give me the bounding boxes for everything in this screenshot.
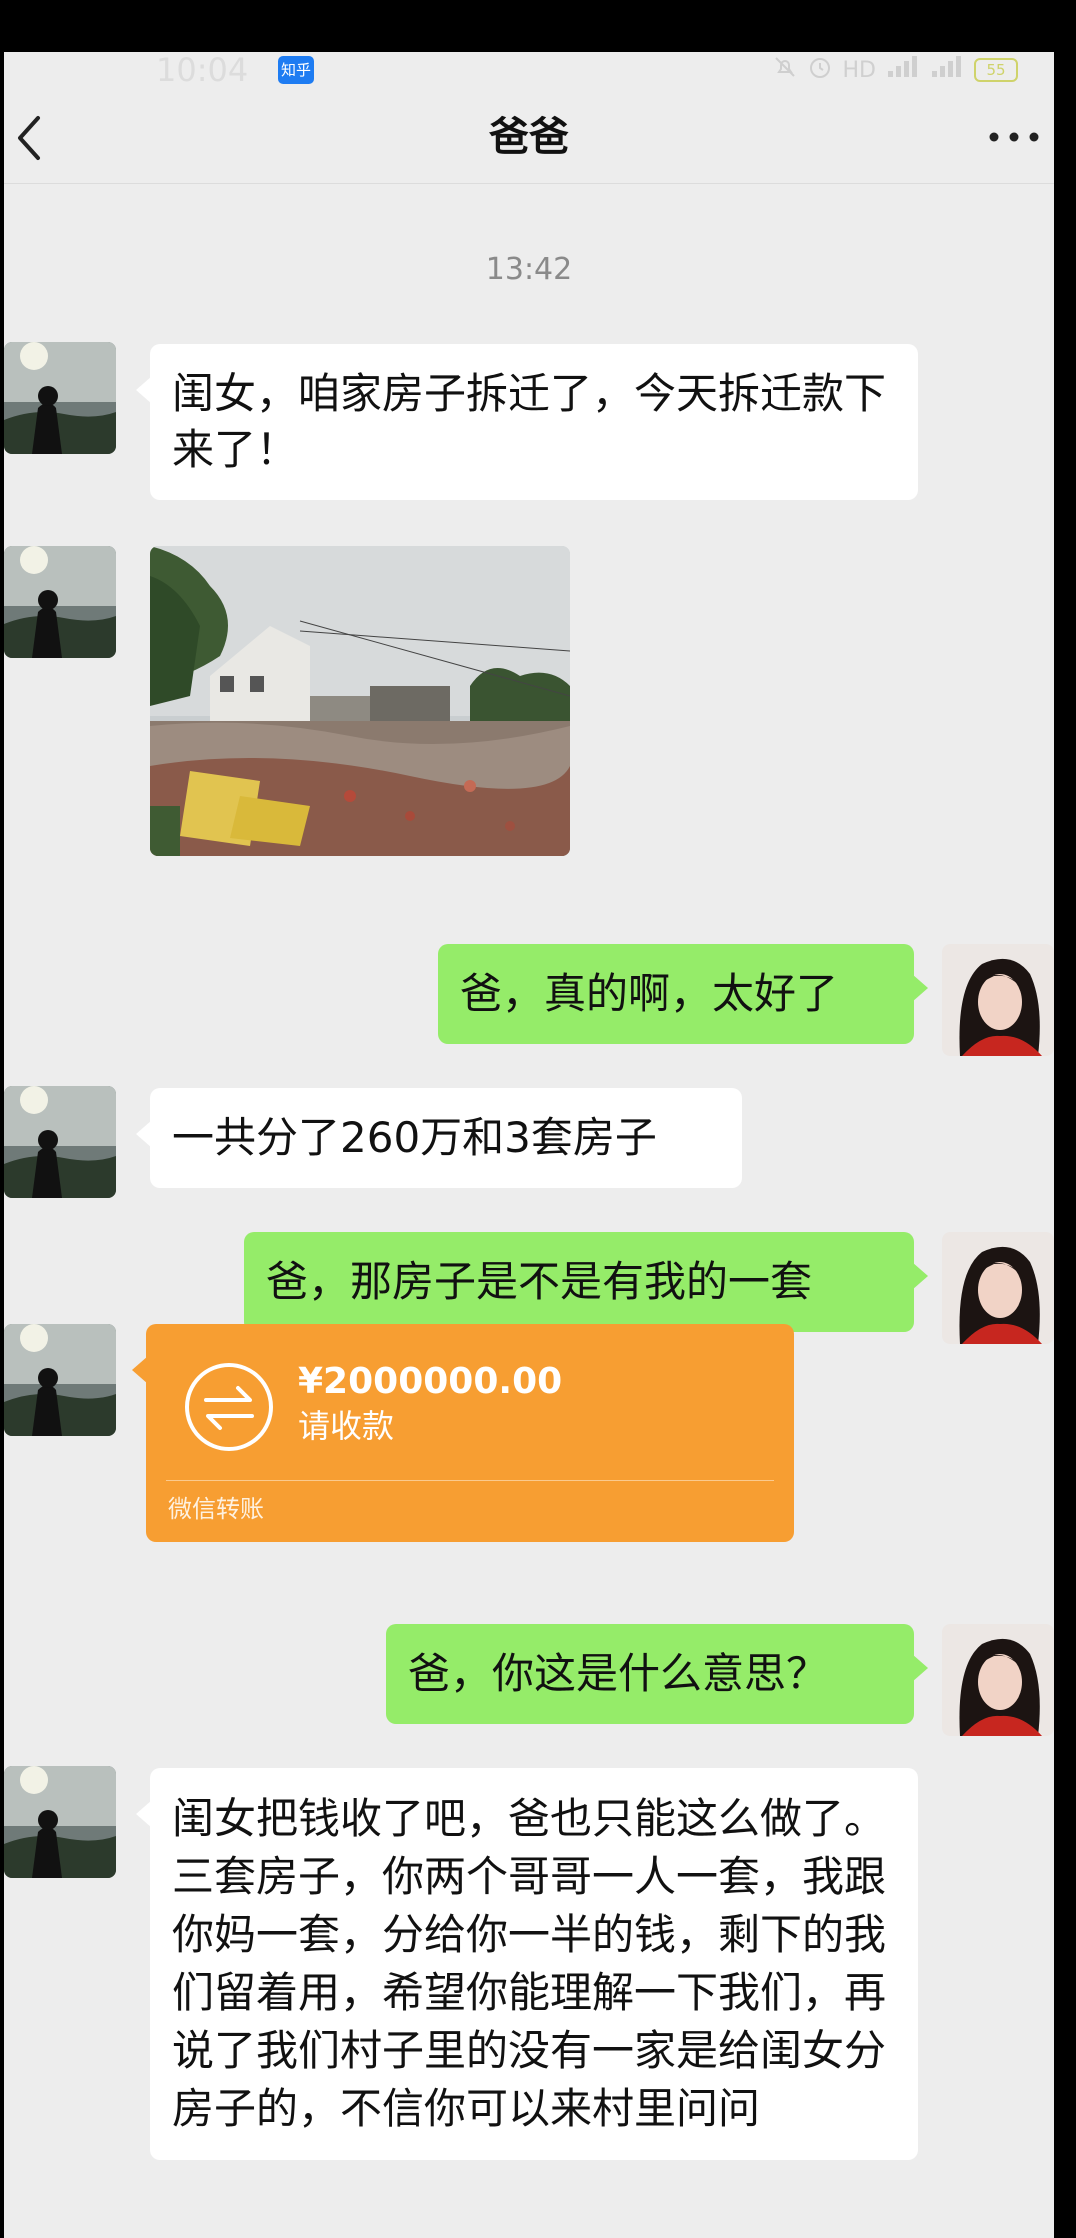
more-options-icon[interactable]	[984, 122, 1044, 152]
message-bubble[interactable]: 一共分了260万和3套房子	[136, 1088, 742, 1188]
dad-avatar[interactable]	[4, 546, 116, 658]
transfer-amount: ¥2000000.00	[298, 1361, 563, 1402]
battery-icon: 55	[974, 58, 1018, 82]
status-icons: HD 55	[773, 56, 1018, 84]
divider	[166, 1480, 774, 1481]
dad-avatar[interactable]	[4, 1324, 116, 1436]
signal-icon-2	[930, 55, 964, 85]
chat-screen: 10:04 知乎 HD 55 爸爸 13:42 闺女，咱家房子拆迁了，今天拆迁款…	[4, 52, 1054, 2238]
signal-icon	[886, 55, 920, 85]
dad-avatar[interactable]	[4, 1766, 116, 1878]
my-avatar[interactable]	[942, 944, 1054, 1056]
wechat-transfer-card[interactable]: ¥2000000.00 请收款 微信转账	[132, 1324, 794, 1542]
mute-bell-icon	[773, 55, 797, 85]
message-bubble[interactable]: 闺女，咱家房子拆迁了，今天拆迁款下来了！	[136, 344, 918, 500]
dad-avatar[interactable]	[4, 342, 116, 454]
transfer-footer-label: 微信转账	[168, 1495, 264, 1523]
transfer-arrows-icon	[184, 1362, 274, 1452]
message-bubble[interactable]: 闺女把钱收了吧，爸也只能这么做了。三套房子，你两个哥哥一人一套，我跟你妈一套，分…	[136, 1768, 918, 2160]
chat-header: 爸爸	[4, 92, 1054, 184]
message-bubble[interactable]: 爸，那房子是不是有我的一套	[244, 1232, 928, 1332]
dad-avatar[interactable]	[4, 1086, 116, 1198]
status-time: 10:04	[156, 52, 249, 89]
status-bar: 10:04 知乎 HD 55	[4, 52, 1054, 88]
my-avatar[interactable]	[942, 1624, 1054, 1736]
alarm-icon	[807, 54, 833, 86]
message-bubble[interactable]: 爸，真的啊，太好了	[438, 944, 928, 1044]
my-avatar[interactable]	[942, 1232, 1054, 1344]
demolished-house-photo[interactable]	[150, 546, 570, 856]
message-bubble[interactable]: 爸，你这是什么意思？	[386, 1624, 928, 1724]
contact-name: 爸爸	[489, 114, 569, 160]
app-notification-badge: 知乎	[278, 56, 314, 84]
message-timestamp: 13:42	[485, 252, 573, 287]
hd-network-icon: HD	[842, 57, 876, 83]
transfer-status: 请收款	[298, 1407, 395, 1445]
